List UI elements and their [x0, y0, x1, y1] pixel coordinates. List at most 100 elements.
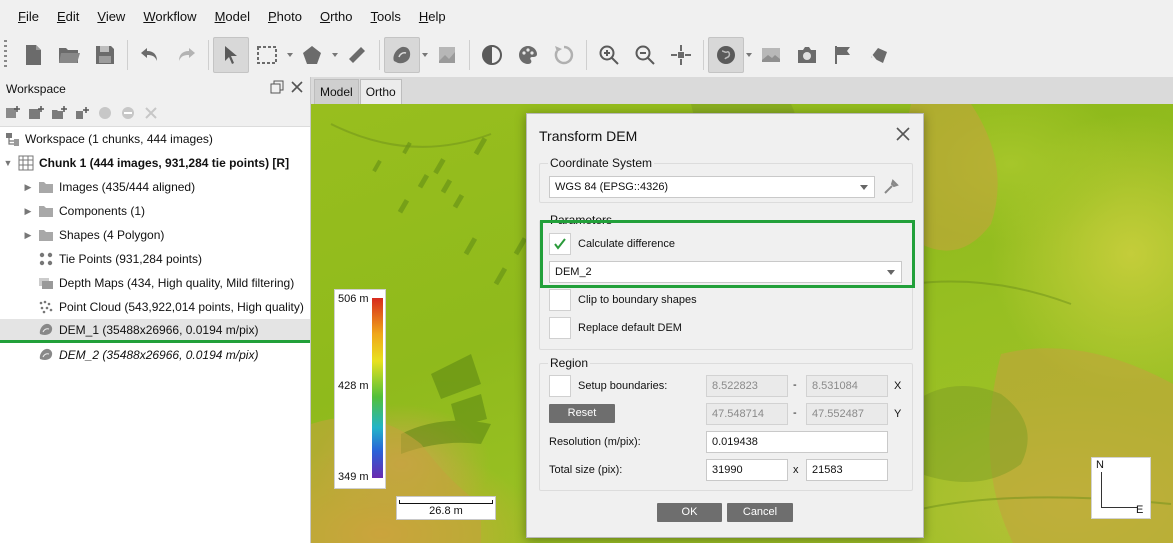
menu-photo[interactable]: Photo [259, 0, 311, 33]
resolution-field[interactable]: 0.019438 [706, 431, 888, 453]
reset-button[interactable]: Reset [549, 404, 615, 423]
refresh-button[interactable] [546, 37, 582, 73]
globe-view-button[interactable] [708, 37, 744, 73]
capture-view-button[interactable] [789, 37, 825, 73]
navigation-button[interactable] [213, 37, 249, 73]
total-width-field[interactable]: 31990 [706, 459, 788, 481]
calculate-difference-checkbox[interactable] [549, 233, 571, 255]
depth-maps-icon [38, 275, 54, 291]
float-panel-icon[interactable] [270, 80, 284, 94]
east-label: E [1136, 504, 1144, 516]
remove-button[interactable] [143, 105, 159, 121]
menu-workflow[interactable]: Workflow [134, 0, 205, 33]
tab-ortho[interactable]: Ortho [359, 79, 402, 104]
menu-edit[interactable]: Edit [48, 0, 88, 33]
polygon-dropdown[interactable] [330, 37, 339, 73]
expand-arrow-icon[interactable]: ▶ [22, 230, 34, 241]
setup-boundaries-checkbox[interactable] [549, 375, 571, 397]
ok-button[interactable]: OK [657, 503, 722, 522]
redo-icon [179, 48, 195, 61]
tree-row-depth-maps[interactable]: Depth Maps (434, High quality, Mild filt… [0, 271, 310, 295]
show-dem-button[interactable] [384, 37, 420, 73]
cancel-button[interactable]: Cancel [727, 503, 793, 522]
scale-bar-label: 26.8 m [429, 505, 463, 517]
brightness-button[interactable] [474, 37, 510, 73]
redo-button[interactable] [168, 37, 204, 73]
ruler-button[interactable] [339, 37, 375, 73]
cursor-icon [225, 46, 237, 64]
dem-dropdown[interactable] [420, 37, 429, 73]
tree-row-components[interactable]: ▶ Components (1) [0, 199, 310, 223]
y-min-field[interactable]: 47.548714 [706, 403, 788, 425]
expand-arrow-icon[interactable]: ▶ [22, 206, 34, 217]
main-toolbar [0, 33, 1173, 77]
close-panel-icon[interactable] [290, 80, 304, 94]
zoom-in-button[interactable] [591, 37, 627, 73]
enable-button[interactable] [97, 105, 113, 121]
orthomosaic-icon [439, 47, 455, 63]
shapes-button[interactable] [861, 37, 897, 73]
markers-button[interactable] [825, 37, 861, 73]
close-icon[interactable] [895, 126, 911, 142]
difference-dem-select[interactable]: DEM_2 [549, 261, 902, 283]
reset-view-button[interactable] [663, 37, 699, 73]
menu-file[interactable]: File [9, 0, 48, 33]
add-chunk-button[interactable] [5, 105, 21, 121]
toolbar-separator [703, 40, 704, 70]
refresh-icon [554, 45, 574, 65]
rectangle-selection-button[interactable] [249, 37, 285, 73]
menu-ortho[interactable]: Ortho [311, 0, 362, 33]
palette-button[interactable] [510, 37, 546, 73]
tree-row-dem-2[interactable]: DEM_2 (35488x26966, 0.0194 m/pix) [0, 343, 310, 367]
undo-button[interactable] [132, 37, 168, 73]
tree-row-point-cloud[interactable]: Point Cloud (543,922,014 points, High qu… [0, 295, 310, 319]
add-photos-button[interactable] [28, 105, 44, 121]
menu-view[interactable]: View [88, 0, 134, 33]
selection-dropdown[interactable] [285, 37, 294, 73]
x-max-field[interactable]: 8.531084 [806, 375, 888, 397]
coordinate-system-select[interactable]: WGS 84 (EPSG::4326) [549, 176, 875, 198]
polygon-icon [303, 46, 321, 64]
dem-icon [38, 347, 54, 363]
collapse-arrow-icon[interactable]: ▼ [2, 158, 14, 168]
tree-row-dem-1[interactable]: DEM_1 (35488x26966, 0.0194 m/pix) [0, 319, 310, 343]
new-document-button[interactable] [15, 37, 51, 73]
save-button[interactable] [87, 37, 123, 73]
y-max-field[interactable]: 47.552487 [806, 403, 888, 425]
image-view-button[interactable] [753, 37, 789, 73]
tree-row-shapes[interactable]: ▶ Shapes (4 Polygon) [0, 223, 310, 247]
tree-row-workspace[interactable]: Workspace (1 chunks, 444 images) [0, 127, 310, 151]
folder-icon [38, 203, 54, 219]
toolbar-separator [469, 40, 470, 70]
add-folder-button[interactable] [51, 105, 67, 121]
tree-row-chunk[interactable]: ▼ Chunk 1 (444 images, 931,284 tie point… [0, 151, 310, 175]
expand-arrow-icon[interactable]: ▶ [22, 182, 34, 193]
menu-tools[interactable]: Tools [362, 0, 410, 33]
replace-default-checkbox[interactable] [549, 317, 571, 339]
total-height-field[interactable]: 21583 [806, 459, 888, 481]
zoom-out-icon [635, 45, 655, 65]
resolution-label: Resolution (m/pix): [549, 436, 641, 448]
add-marker-button[interactable] [74, 105, 90, 121]
globe-dropdown[interactable] [744, 37, 753, 73]
show-orthomosaic-button[interactable] [429, 37, 465, 73]
toolbar-grip[interactable] [4, 40, 7, 70]
menu-model[interactable]: Model [206, 0, 259, 33]
open-button[interactable] [51, 37, 87, 73]
settings-wrench-icon[interactable] [882, 178, 900, 196]
zoom-out-button[interactable] [627, 37, 663, 73]
draw-polygon-button[interactable] [294, 37, 330, 73]
clip-boundary-label: Clip to boundary shapes [578, 294, 697, 306]
palette-icon [519, 46, 537, 64]
remove-icon [145, 107, 157, 119]
tree-label: DEM_1 (35488x26966, 0.0194 m/pix) [59, 322, 259, 337]
disable-button[interactable] [120, 105, 136, 121]
menu-help[interactable]: Help [410, 0, 455, 33]
tab-model[interactable]: Model [314, 79, 359, 104]
tree-row-tie-points[interactable]: Tie Points (931,284 points) [0, 247, 310, 271]
total-size-label: Total size (pix): [549, 464, 623, 476]
clip-boundary-checkbox[interactable] [549, 289, 571, 311]
tree-row-images[interactable]: ▶ Images (435/444 aligned) [0, 175, 310, 199]
x-min-field[interactable]: 8.522823 [706, 375, 788, 397]
undo-icon [141, 48, 157, 61]
